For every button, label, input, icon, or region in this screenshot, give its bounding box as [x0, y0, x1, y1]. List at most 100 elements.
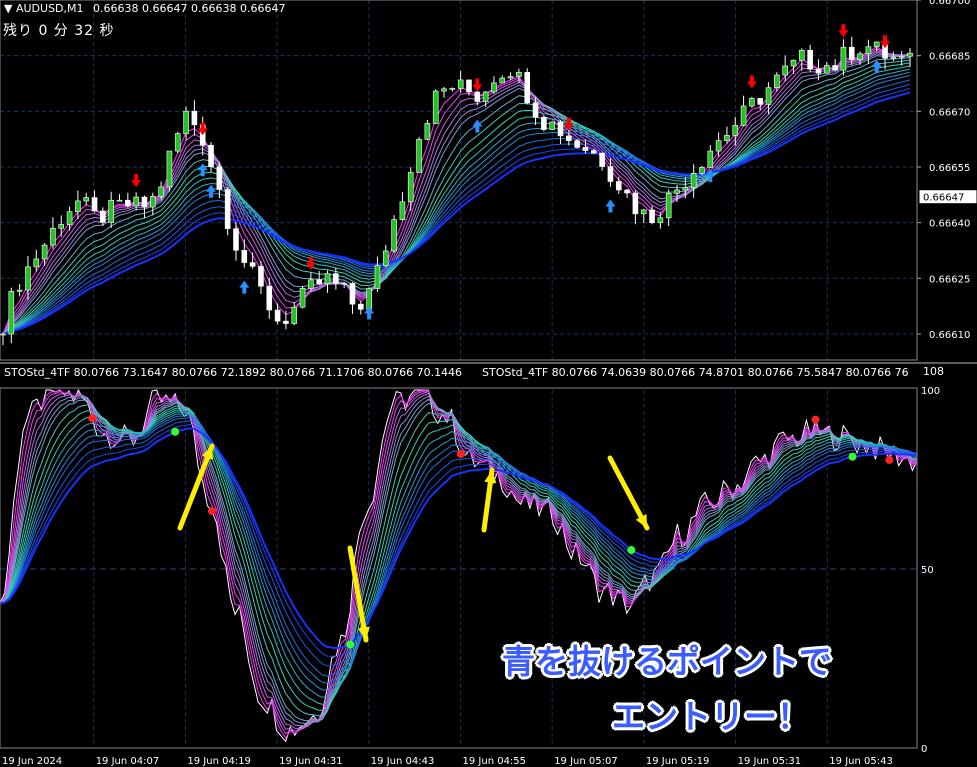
price-tick-label: 0.66640: [929, 219, 970, 230]
candle-bear: [541, 117, 547, 130]
candle-bull: [0, 333, 6, 336]
candle-bull: [308, 279, 314, 289]
candle-bull: [898, 55, 905, 58]
indicator-label-2: STOStd_4TF 80.0766 74.0639 80.0766 74.87…: [482, 366, 909, 379]
candle-bull: [823, 65, 830, 74]
candle-bear: [125, 199, 131, 207]
candle-bull: [416, 139, 422, 173]
candle-bull: [374, 265, 381, 289]
candle-bull: [407, 172, 414, 203]
candle-bull: [366, 288, 372, 310]
candle-bull: [166, 150, 173, 188]
candle-bear: [607, 166, 614, 182]
candle-bear: [566, 135, 572, 141]
candle-bull: [424, 123, 431, 140]
candle-bear: [91, 197, 98, 212]
candle-bull: [674, 189, 680, 194]
price-tick-label: 0.66685: [929, 52, 970, 63]
candle-bull: [83, 197, 90, 202]
candle-bull: [640, 209, 647, 215]
candle-bull: [108, 199, 114, 223]
candle-bull: [482, 91, 489, 102]
candle-bear: [815, 68, 822, 74]
candle-bear: [524, 72, 531, 104]
candle-bull: [549, 121, 555, 130]
annotation-line-1: 青を抜けるポイントで: [502, 642, 832, 681]
candle-bull: [432, 90, 439, 124]
time-tick-label: 19 Jun 04:31: [279, 756, 343, 767]
signal-dot-green: [171, 427, 180, 436]
candle-bull: [391, 219, 397, 252]
candle-bear: [241, 249, 248, 263]
candle-bull: [382, 250, 389, 266]
signal-dot-red: [811, 415, 820, 424]
candle-bull: [740, 105, 747, 126]
signal-dot-red: [456, 449, 465, 458]
candle-bear: [624, 189, 630, 194]
candle-bull: [16, 289, 23, 292]
candle-bull: [133, 196, 139, 207]
candle-bull: [782, 65, 788, 76]
candle-bear: [649, 209, 655, 224]
candle-bull: [41, 244, 48, 260]
signal-dot-red: [88, 414, 97, 423]
candle-bull: [58, 224, 65, 229]
time-tick-label: 19 Jun 04:07: [96, 756, 160, 767]
candle-bull: [75, 200, 81, 212]
candle-bear: [358, 303, 364, 310]
candle-bull: [657, 217, 664, 224]
candle-bull: [183, 110, 189, 134]
current-price-label: 0.66647: [923, 193, 964, 204]
annotation-line-2: エントリー！: [612, 697, 810, 736]
indicator-label-1: STOStd_4TF 80.0766 73.1647 80.0766 72.18…: [4, 366, 463, 379]
symbol-label: AUDUSD,M1: [15, 2, 84, 15]
candle-bear: [258, 266, 264, 287]
candle-bear: [316, 279, 323, 285]
candle-bear: [191, 110, 198, 126]
signal-dot-red: [207, 507, 216, 516]
time-tick-label: 19 Jun 04:55: [463, 756, 527, 767]
candle-bull: [149, 196, 156, 208]
candle-bull: [341, 283, 347, 285]
candle-bear: [599, 152, 605, 167]
dropdown-triangle-icon[interactable]: ▼: [4, 2, 12, 15]
candle-bear: [224, 189, 231, 229]
candle-bear: [757, 98, 764, 105]
candle-bull: [399, 201, 406, 220]
candle-bull: [491, 82, 497, 93]
time-tick-label: 19 Jun 05:19: [646, 756, 710, 767]
candle-bull: [516, 72, 522, 77]
signal-dot-green: [848, 452, 857, 461]
candle-bear: [474, 91, 481, 102]
time-tick-label: 19 Jun 05:07: [554, 756, 618, 767]
candle-bull: [765, 87, 772, 105]
oscillator-tick-label: 100: [921, 386, 940, 397]
oscillator-tick-label: 50: [921, 565, 934, 576]
candle-bear: [574, 140, 580, 148]
candle-bull: [790, 59, 797, 67]
price-tick-label: 0.66610: [929, 330, 970, 341]
candle-bull: [799, 49, 805, 61]
signal-dot-red: [885, 455, 894, 464]
time-tick-label: 19 Jun 05:43: [829, 756, 893, 767]
ohlc-values: 0.66638 0.66647 0.66638 0.66647: [93, 2, 286, 15]
candle-bear: [233, 228, 239, 251]
candle-bull: [724, 135, 730, 141]
candle-bull: [33, 258, 40, 268]
candle-bear: [249, 262, 256, 267]
candle-bear: [557, 121, 564, 137]
time-tick-label: 19 Jun 04:19: [187, 756, 251, 767]
candle-bear: [266, 285, 273, 311]
candle-bull: [715, 140, 722, 152]
candle-bull: [690, 173, 697, 188]
price-tick-label: 0.66655: [929, 163, 970, 174]
candle-bear: [283, 320, 289, 324]
symbol-header: ▼ AUDUSD,M1 0.66638 0.66647 0.66638 0.66…: [4, 2, 285, 15]
candle-bull: [158, 186, 164, 197]
candle-bear: [632, 192, 639, 215]
candle-bull: [907, 52, 913, 57]
candle-bear: [532, 102, 539, 118]
candle-bull: [890, 56, 897, 59]
candle-timer: 残り 0 分 32 秒: [3, 23, 115, 39]
candle-bull: [8, 291, 15, 335]
